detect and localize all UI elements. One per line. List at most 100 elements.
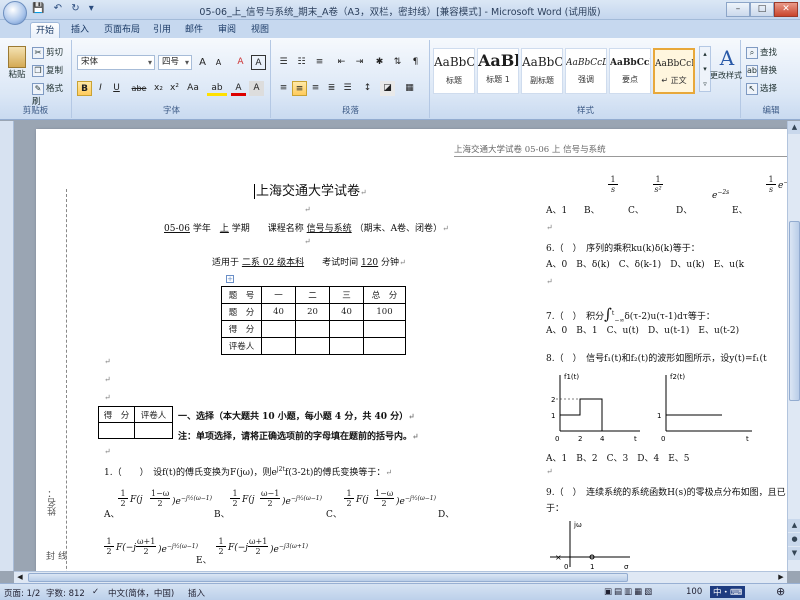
svg-text:0: 0 bbox=[564, 563, 568, 571]
copy-button[interactable]: ❐ 复制 bbox=[32, 64, 63, 77]
align-center-icon[interactable]: ≡ bbox=[292, 81, 307, 96]
tab-home[interactable]: 开始 bbox=[30, 22, 60, 38]
highlight-button[interactable]: ab bbox=[207, 81, 227, 96]
select-browse-icon[interactable]: ● bbox=[788, 533, 800, 546]
vertical-scrollbar[interactable]: ▲ ▲ ● ▼ bbox=[787, 121, 800, 571]
tab-mailings[interactable]: 邮件 bbox=[180, 22, 208, 38]
bold-button[interactable]: B bbox=[77, 81, 92, 96]
waveform-f2: f2(t) 1 0 t bbox=[657, 373, 752, 443]
page-count[interactable]: 页面: 1/2 bbox=[4, 587, 40, 599]
sort-icon[interactable]: ⇅ bbox=[390, 55, 405, 70]
maximize-button[interactable]: □ bbox=[750, 2, 774, 17]
char-shading-icon[interactable]: A bbox=[249, 81, 264, 96]
svg-text:1: 1 bbox=[657, 412, 661, 420]
ime-indicator[interactable]: 中・⌨ bbox=[710, 586, 746, 598]
fraction: 12 bbox=[230, 489, 240, 508]
align-left-icon[interactable]: ≡ bbox=[276, 81, 291, 96]
office-button[interactable] bbox=[3, 1, 27, 25]
view-buttons[interactable]: ▣▤▥▦▧ bbox=[604, 587, 654, 597]
scroll-up-page-icon[interactable]: ▲ bbox=[788, 519, 800, 532]
select-button[interactable]: ↖ 选择 bbox=[746, 82, 777, 95]
zoom-level[interactable]: 100 bbox=[686, 587, 702, 597]
font-size-select[interactable]: 四号 bbox=[158, 55, 192, 70]
style-heading1[interactable]: AaBl 标题 1 bbox=[477, 48, 519, 94]
clear-format-button[interactable]: A bbox=[233, 55, 248, 70]
tab-references[interactable]: 引用 bbox=[148, 22, 176, 38]
italic-button[interactable]: I bbox=[93, 81, 108, 96]
replace-button[interactable]: ab 替换 bbox=[746, 64, 777, 77]
format-painter-button[interactable]: ✎ 格式刷 bbox=[32, 82, 71, 107]
paste-label: 粘贴 bbox=[8, 70, 26, 80]
distributed-icon[interactable]: ☰ bbox=[340, 81, 355, 96]
document-title: 上海交通大学试卷↵ bbox=[254, 184, 367, 199]
underline-button[interactable]: U bbox=[109, 81, 124, 96]
decrease-indent-icon[interactable]: ⇤ bbox=[334, 55, 349, 70]
numbering-icon[interactable]: ☷ bbox=[294, 55, 309, 70]
window-title: 05-06_上_信号与系统_期末_A卷（A3，双栏，密封线）[兼容模式] - M… bbox=[199, 7, 601, 18]
table-move-handle[interactable]: + bbox=[226, 275, 234, 283]
shading-icon[interactable]: ◪ bbox=[380, 81, 395, 96]
fraction: 12 bbox=[104, 537, 114, 556]
h-scroll-thumb[interactable] bbox=[28, 573, 628, 582]
font-name-select[interactable]: 宋体 bbox=[77, 55, 155, 70]
svg-text:0: 0 bbox=[661, 435, 665, 443]
tab-review[interactable]: 审阅 bbox=[213, 22, 241, 38]
increase-indent-icon[interactable]: ⇥ bbox=[352, 55, 367, 70]
svg-text:1: 1 bbox=[551, 412, 555, 420]
style-subtitle[interactable]: AaBbC 副标题 bbox=[521, 48, 563, 94]
brush-icon: ✎ bbox=[32, 82, 44, 95]
tab-insert[interactable]: 插入 bbox=[66, 22, 94, 38]
style-emphasis[interactable]: AaBbCcD 强调 bbox=[565, 48, 607, 94]
zoom-in-icon[interactable]: ⊕ bbox=[776, 585, 785, 598]
chinese-layout-icon[interactable]: ✱ bbox=[372, 55, 387, 70]
borders-icon[interactable]: ▦ bbox=[402, 81, 417, 96]
spell-check-icon[interactable]: ✓ bbox=[92, 587, 99, 597]
scroll-right-icon[interactable]: ▶ bbox=[775, 572, 787, 583]
tab-view[interactable]: 视图 bbox=[246, 22, 274, 38]
scroll-down-page-icon[interactable]: ▼ bbox=[788, 547, 800, 560]
multilevel-list-icon[interactable]: ≡ bbox=[312, 55, 327, 70]
line-label: 线 bbox=[58, 552, 68, 562]
font-color-button[interactable]: A bbox=[231, 81, 246, 96]
quick-access-toolbar: 💾 ↶ ↻ ▾ bbox=[32, 3, 100, 14]
svg-text:jω: jω bbox=[573, 521, 582, 529]
close-button[interactable]: ✕ bbox=[774, 2, 798, 17]
scroll-up-icon[interactable]: ▲ bbox=[788, 121, 800, 134]
line-spacing-icon[interactable]: ↕ bbox=[360, 81, 375, 96]
word-count[interactable]: 字数: 812 bbox=[46, 587, 85, 599]
fraction: 12 bbox=[344, 489, 354, 508]
find-button[interactable]: ⌕ 查找 bbox=[746, 46, 777, 59]
horizontal-scrollbar[interactable]: ◀ ▶ bbox=[14, 571, 787, 583]
justify-icon[interactable]: ≣ bbox=[324, 81, 339, 96]
change-styles-button[interactable]: A 更改样式 bbox=[710, 46, 742, 81]
styles-scroll[interactable]: ▴ ▾ ▿ bbox=[699, 46, 711, 92]
bullets-icon[interactable]: ☰ bbox=[276, 55, 291, 70]
paste-button[interactable]: 粘贴 bbox=[6, 46, 28, 80]
scroll-left-icon[interactable]: ◀ bbox=[14, 572, 26, 583]
paragraph-group: ☰ ☷ ≡ ⇤ ⇥ ✱ ⇅ ¶ ≡ ≡ ≡ ≣ ☰ ↕ ◪ ▦ 段落 bbox=[272, 40, 430, 118]
qat-more-icon[interactable]: ▾ bbox=[89, 3, 94, 14]
save-icon[interactable]: 💾 bbox=[32, 3, 44, 14]
redo-icon[interactable]: ↻ bbox=[71, 3, 79, 14]
change-case-button[interactable]: Aa bbox=[183, 81, 203, 96]
grow-font-button[interactable]: A bbox=[195, 55, 210, 70]
document-page[interactable]: 上海交通大学试卷 05-06 上 信号与系统 姓名： 封 线 上海交通大学试卷↵… bbox=[36, 129, 787, 571]
q1-option-e: E、 bbox=[196, 556, 212, 566]
tab-page-layout[interactable]: 页面布局 bbox=[100, 22, 144, 38]
cut-button[interactable]: ✂ 剪切 bbox=[32, 46, 63, 59]
shrink-font-button[interactable]: A bbox=[211, 55, 226, 70]
align-right-icon[interactable]: ≡ bbox=[308, 81, 323, 96]
style-normal[interactable]: AaBbCcD↵ 正文 bbox=[653, 48, 695, 94]
char-border-button[interactable]: A bbox=[251, 55, 266, 70]
style-title[interactable]: AaBbC 标题 bbox=[433, 48, 475, 94]
minimize-button[interactable]: – bbox=[726, 2, 750, 17]
style-strong[interactable]: AaBbCcD要点 bbox=[609, 48, 651, 94]
scroll-thumb[interactable] bbox=[789, 221, 800, 401]
superscript-button[interactable]: x² bbox=[167, 81, 182, 96]
insert-mode[interactable]: 插入 bbox=[188, 587, 205, 599]
strikethrough-button[interactable]: abe bbox=[129, 81, 149, 96]
language[interactable]: 中文(简体，中国) bbox=[108, 587, 174, 599]
undo-icon[interactable]: ↶ bbox=[54, 3, 62, 14]
show-marks-icon[interactable]: ¶ bbox=[408, 55, 423, 70]
subscript-button[interactable]: x₂ bbox=[151, 81, 166, 96]
